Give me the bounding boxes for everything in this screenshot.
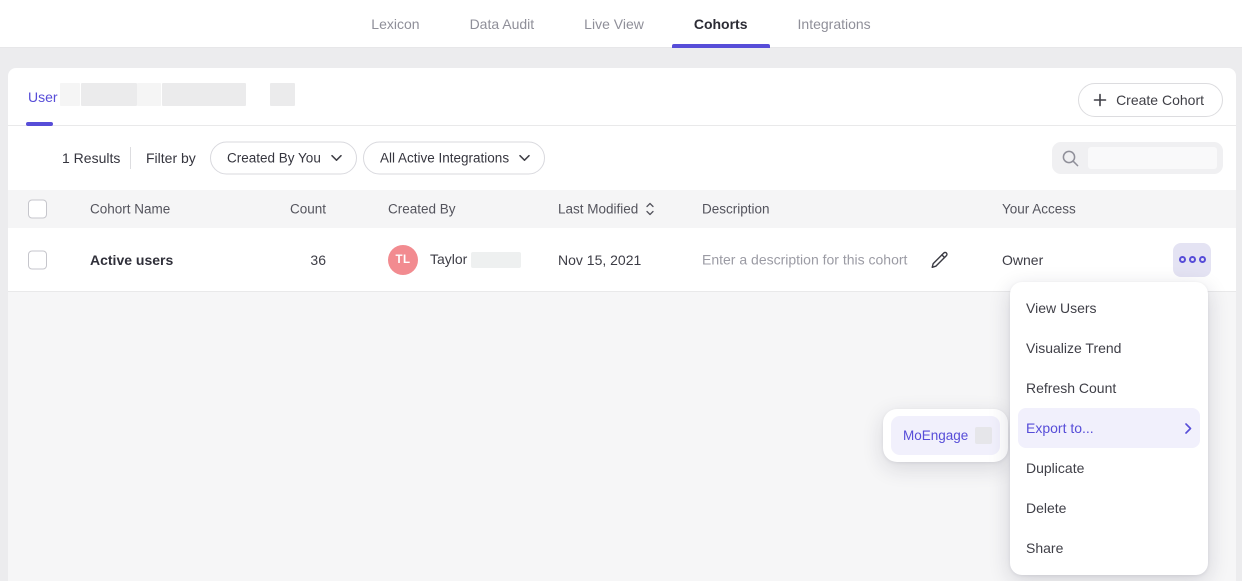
avatar: TL: [388, 245, 418, 275]
results-count: 1 Results: [62, 150, 120, 166]
active-tab-underline: [672, 44, 770, 48]
menu-item-label: Visualize Trend: [1026, 340, 1121, 356]
column-last-modified[interactable]: Last Modified: [558, 202, 654, 217]
create-cohort-button[interactable]: Create Cohort: [1078, 83, 1223, 117]
plus-icon: [1093, 93, 1107, 107]
created-by-filter-label: Created By You: [227, 151, 321, 166]
last-modified-cell: Nov 15, 2021: [558, 252, 641, 268]
sort-arrows-icon: [646, 203, 654, 216]
redacted-block: [1088, 147, 1217, 169]
nav-tab-data-audit[interactable]: Data Audit: [470, 0, 535, 48]
row-context-menu: View Users Visualize Trend Refresh Count…: [1010, 282, 1208, 575]
redacted-block: [60, 83, 80, 106]
nav-tab-label: Live View: [584, 16, 644, 32]
redacted-block: [137, 83, 161, 106]
row-checkbox[interactable]: [28, 250, 47, 269]
chevron-down-icon: [519, 155, 530, 162]
menu-item-label: Delete: [1026, 500, 1066, 516]
filter-by-label: Filter by: [146, 150, 196, 166]
description-cell: Enter a description for this cohort: [702, 249, 950, 270]
chevron-right-icon: [1185, 423, 1192, 434]
column-description: Description: [702, 202, 770, 217]
menu-item-visualize-trend[interactable]: Visualize Trend: [1018, 328, 1200, 368]
three-dots-icon: [1179, 256, 1186, 263]
select-all-checkbox[interactable]: [28, 200, 47, 219]
nav-tab-label: Integrations: [798, 16, 871, 32]
menu-item-export-to[interactable]: Export to...: [1018, 408, 1200, 448]
tab-user-label: User: [28, 89, 58, 105]
redacted-block: [270, 83, 295, 106]
description-input[interactable]: Enter a description for this cohort: [702, 252, 907, 268]
submenu-item-label: MoEngage: [903, 428, 968, 443]
pencil-icon[interactable]: [929, 249, 950, 270]
column-cohort-name: Cohort Name: [90, 202, 170, 217]
column-created-by: Created By: [388, 202, 456, 217]
menu-item-view-users[interactable]: View Users: [1018, 288, 1200, 328]
top-nav-tabs: Lexicon Data Audit Live View Cohorts Int…: [0, 0, 1242, 48]
nav-tab-label: Cohorts: [694, 16, 748, 32]
menu-item-label: Refresh Count: [1026, 380, 1116, 396]
search-icon: [1061, 149, 1080, 168]
menu-item-label: View Users: [1026, 300, 1097, 316]
created-by-name: Taylor: [430, 251, 521, 268]
created-by-filter-dropdown[interactable]: Created By You: [210, 142, 357, 175]
nav-tab-cohorts[interactable]: Cohorts: [694, 0, 748, 48]
redacted-block: [81, 83, 137, 106]
tab-user[interactable]: User: [28, 68, 58, 126]
integrations-filter-label: All Active Integrations: [380, 151, 509, 166]
menu-item-label: Share: [1026, 540, 1063, 556]
menu-item-label: Export to...: [1026, 420, 1094, 436]
menu-item-refresh-count[interactable]: Refresh Count: [1018, 368, 1200, 408]
redacted-block: [162, 83, 246, 106]
divider: [130, 147, 131, 169]
redacted-block: [471, 252, 521, 268]
chevron-down-icon: [331, 155, 342, 162]
cohort-name[interactable]: Active users: [90, 252, 173, 268]
menu-item-delete[interactable]: Delete: [1018, 488, 1200, 528]
panel-tab-row: User Create Cohort: [8, 68, 1236, 126]
nav-tab-integrations[interactable]: Integrations: [798, 0, 871, 48]
nav-tab-live-view[interactable]: Live View: [584, 0, 644, 48]
cohorts-page: Lexicon Data Audit Live View Cohorts Int…: [0, 0, 1242, 581]
menu-item-share[interactable]: Share: [1018, 528, 1200, 568]
column-count: Count: [198, 202, 326, 217]
nav-tab-lexicon[interactable]: Lexicon: [371, 0, 419, 48]
menu-item-label: Duplicate: [1026, 460, 1084, 476]
top-nav: Lexicon Data Audit Live View Cohorts Int…: [0, 0, 1242, 48]
create-cohort-label: Create Cohort: [1116, 92, 1204, 108]
column-your-access: Your Access: [1002, 202, 1076, 217]
table-header: Cohort Name Count Created By Last Modifi…: [8, 190, 1236, 228]
export-submenu: MoEngage: [883, 409, 1008, 462]
search-input[interactable]: [1052, 142, 1223, 174]
created-by-cell: TL Taylor: [388, 245, 521, 275]
nav-tab-label: Lexicon: [371, 16, 419, 32]
redacted-block: [975, 427, 992, 444]
nav-tab-label: Data Audit: [470, 16, 535, 32]
integrations-filter-dropdown[interactable]: All Active Integrations: [363, 142, 545, 175]
access-cell: Owner: [1002, 252, 1043, 268]
submenu-item-moengage[interactable]: MoEngage: [891, 416, 1000, 455]
menu-item-duplicate[interactable]: Duplicate: [1018, 448, 1200, 488]
row-more-button[interactable]: [1173, 243, 1211, 277]
column-last-modified-label: Last Modified: [558, 202, 638, 217]
cohort-count: 36: [198, 252, 326, 268]
filter-row: 1 Results Filter by Created By You All A…: [8, 126, 1236, 190]
